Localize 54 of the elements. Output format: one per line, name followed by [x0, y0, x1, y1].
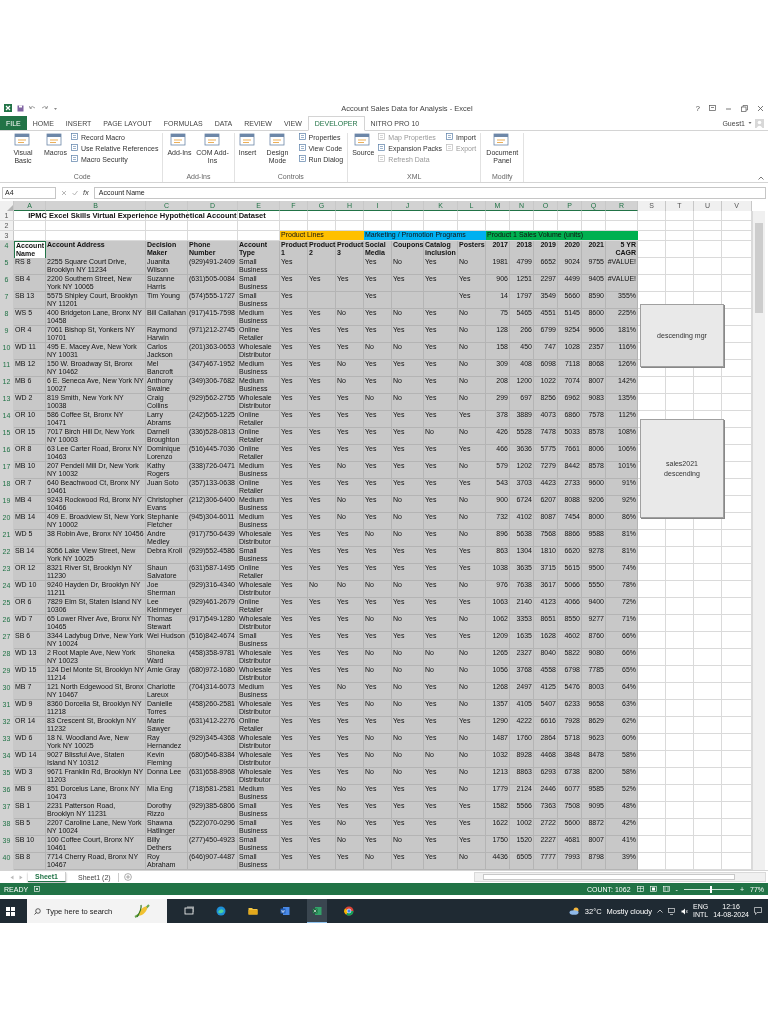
start-icon[interactable]	[6, 906, 15, 916]
window-icon	[238, 133, 257, 148]
ribbon-display-icon[interactable]	[709, 105, 716, 111]
form-icon	[298, 133, 307, 141]
form-icon	[446, 144, 455, 152]
window-icon	[354, 133, 373, 148]
page-layout-icon[interactable]	[649, 886, 657, 892]
form-icon	[446, 133, 455, 141]
network-icon[interactable]	[668, 907, 676, 915]
form-icon	[70, 133, 79, 141]
close-icon[interactable]	[757, 104, 764, 112]
form-icon	[298, 155, 307, 163]
normal-view-icon[interactable]	[636, 886, 644, 892]
spreadsheet-logo-icon	[4, 104, 12, 112]
window-icon	[14, 133, 32, 148]
form-icon	[70, 155, 79, 163]
avatar-icon	[755, 118, 764, 128]
zoom-slider-thumb[interactable]	[709, 885, 712, 893]
chevron-up-icon[interactable]	[657, 909, 663, 913]
form-icon	[378, 133, 387, 141]
taskbar-button[interactable]	[307, 899, 327, 923]
undo-icon[interactable]	[29, 105, 36, 111]
speaker-icon[interactable]	[681, 907, 688, 915]
redo-icon[interactable]	[41, 105, 48, 111]
scroll-thumb[interactable]	[483, 874, 735, 880]
notification-icon[interactable]	[754, 907, 762, 915]
corn-icon	[133, 904, 151, 918]
caret-icon[interactable]	[748, 121, 752, 125]
collapse-ribbon-icon[interactable]	[758, 176, 764, 180]
page-break-icon[interactable]	[662, 886, 670, 892]
window-icon	[493, 133, 512, 148]
window-icon	[268, 133, 287, 148]
window-icon	[170, 133, 189, 148]
horizontal-scrollbar[interactable]	[474, 872, 766, 882]
task-view-icon	[184, 906, 194, 916]
folder-icon	[248, 906, 258, 916]
form-icon	[298, 144, 307, 152]
document-icon	[280, 906, 290, 916]
browser-icon	[216, 906, 226, 916]
weather-cloud-icon[interactable]	[568, 907, 580, 915]
spreadsheet-icon	[312, 905, 322, 916]
form-icon	[378, 144, 387, 152]
form-icon	[378, 155, 387, 163]
search-icon	[34, 907, 41, 915]
customize-caret-icon[interactable]	[53, 105, 58, 111]
save-icon[interactable]	[17, 104, 24, 112]
restore-icon[interactable]	[741, 104, 748, 112]
window-icon	[46, 133, 65, 148]
scroll-thumb[interactable]	[755, 223, 763, 313]
form-icon	[70, 144, 79, 152]
macro-recording-icon[interactable]	[34, 886, 41, 892]
window-icon	[203, 133, 222, 148]
globe-icon	[344, 906, 354, 916]
vertical-scrollbar[interactable]	[752, 211, 765, 870]
